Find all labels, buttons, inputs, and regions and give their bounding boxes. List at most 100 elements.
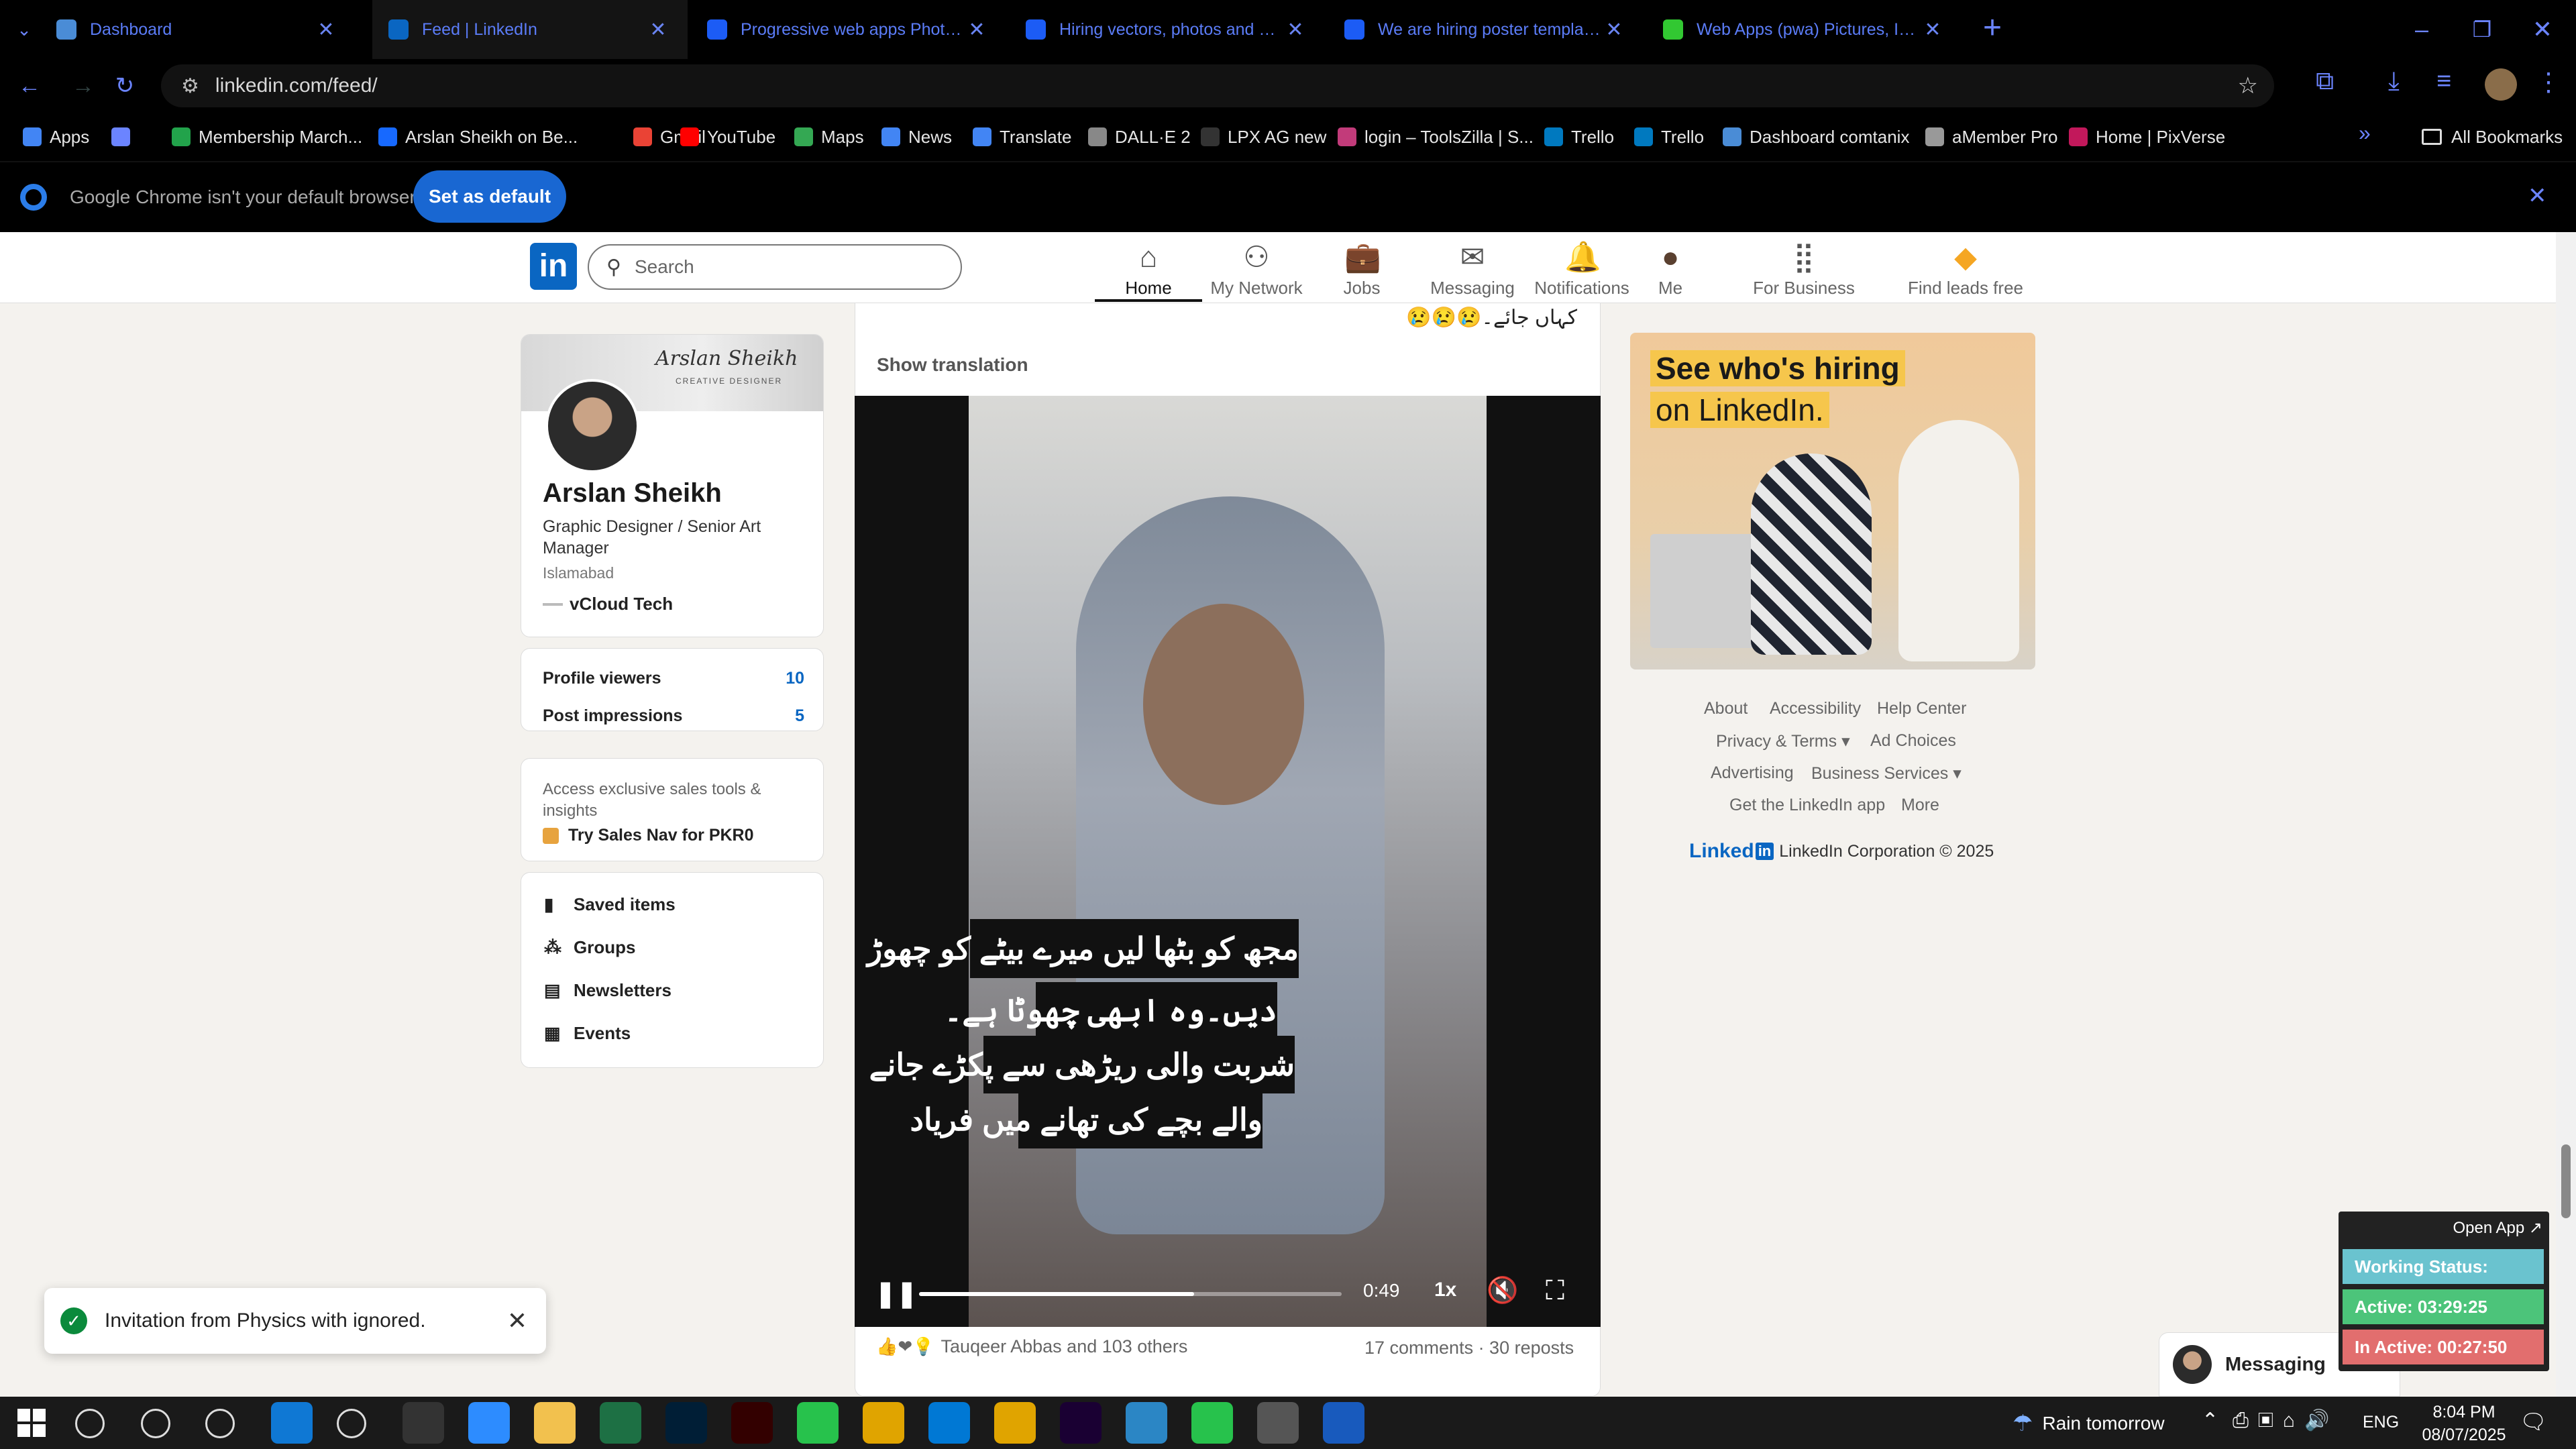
footer-link[interactable]: Privacy & Terms ▾ xyxy=(1716,731,1850,751)
bookmark-item[interactable]: DALL·E 2 xyxy=(1088,113,1191,161)
browser-tab[interactable]: Dashboard ✕ xyxy=(40,0,356,59)
stat-row[interactable]: Profile viewers 10 xyxy=(543,669,804,688)
browser-tab[interactable]: Web Apps (pwa) Pictures, Imag ✕ xyxy=(1647,0,1962,59)
reload-icon[interactable]: ↻ xyxy=(107,68,142,103)
search-icon[interactable] xyxy=(75,1409,105,1438)
nav-item[interactable]: ⌂ Home xyxy=(1095,235,1202,302)
newsletters-link[interactable]: ▤ Newsletters xyxy=(521,980,823,1001)
bookmark-item[interactable]: LPX AG new xyxy=(1201,113,1326,161)
post-comments-count[interactable]: 17 comments · 30 reposts xyxy=(1364,1338,1574,1358)
extensions-icon[interactable]: ⧉ xyxy=(2316,67,2334,96)
all-bookmarks[interactable]: All Bookmarks xyxy=(2422,113,2563,161)
nav-item[interactable]: ⣿ For Business xyxy=(1740,235,1868,302)
mute-icon[interactable]: 🔇 xyxy=(1487,1276,1518,1305)
vscode-icon[interactable] xyxy=(928,1402,970,1444)
nav-item[interactable]: ◆ Find leads free xyxy=(1898,235,2033,302)
fullscreen-icon[interactable]: ⛶ xyxy=(1546,1276,1564,1306)
groups-link[interactable]: ⁂ Groups xyxy=(521,937,823,958)
start-icon[interactable] xyxy=(17,1409,46,1437)
stat-row[interactable]: Post impressions 5 xyxy=(543,706,804,726)
app-icon[interactable] xyxy=(1191,1402,1233,1444)
tab-close-icon[interactable]: ✕ xyxy=(1282,18,1309,42)
post-video[interactable]: مجھ کو بٹھا لیں میرے بیٹے کو چھوڑ دیں۔وہ… xyxy=(855,396,1601,1327)
tab-close-icon[interactable]: ✕ xyxy=(313,18,339,42)
nav-item[interactable]: ✉ Messaging xyxy=(1422,235,1523,302)
footer-link[interactable]: Help Center xyxy=(1877,699,1966,718)
premiere-icon[interactable] xyxy=(1060,1402,1102,1444)
weather-widget[interactable]: ☂ Rain tomorrow xyxy=(2012,1410,2165,1437)
browser-tab[interactable]: Feed | LinkedIn ✕ xyxy=(372,0,688,59)
forward-icon[interactable]: → xyxy=(66,68,101,103)
bookmark-item[interactable]: Arslan Sheikh on Be... xyxy=(378,113,578,161)
bookmark-item[interactable]: Translate xyxy=(973,113,1071,161)
tab-close-icon[interactable]: ✕ xyxy=(645,18,672,42)
nav-item[interactable]: ⚇ My Network xyxy=(1199,235,1313,302)
events-link[interactable]: ▦ Events xyxy=(521,1023,823,1044)
site-info-icon[interactable]: ⚙ xyxy=(181,74,199,98)
excel-icon[interactable] xyxy=(600,1402,641,1444)
bookmark-item[interactable]: Membership March... xyxy=(172,113,362,161)
zoom-icon[interactable] xyxy=(468,1402,510,1444)
post-reactions[interactable]: 👍❤💡 Tauqeer Abbas and 103 others xyxy=(876,1336,1187,1357)
close-window-button[interactable]: ✕ xyxy=(2522,9,2563,50)
chrome-icon[interactable] xyxy=(863,1402,904,1444)
bookmark-item[interactable]: Home | PixVerse xyxy=(2069,113,2225,161)
show-translation-link[interactable]: Show translation xyxy=(877,354,1028,376)
terminal-icon[interactable] xyxy=(402,1402,444,1444)
bookmark-item[interactable]: YouTube xyxy=(680,113,775,161)
app-icon[interactable] xyxy=(1126,1402,1167,1444)
tab-search-button[interactable]: ⌄ xyxy=(9,15,39,44)
bookmark-item[interactable]: Maps xyxy=(794,113,864,161)
nav-item[interactable]: 💼 Jobs xyxy=(1315,235,1409,302)
bookmark-item[interactable]: Apps xyxy=(23,113,89,161)
pause-button[interactable]: ❚❚ xyxy=(875,1279,918,1309)
toast-close-icon[interactable]: ✕ xyxy=(507,1307,527,1335)
profile-photo[interactable] xyxy=(545,379,639,473)
file-explorer-icon[interactable] xyxy=(534,1402,576,1444)
browser-tab[interactable]: We are hiring poster template | ✕ xyxy=(1328,0,1644,59)
footer-link[interactable]: More xyxy=(1901,796,1939,815)
cortana-icon[interactable] xyxy=(141,1409,170,1438)
footer-link[interactable]: About xyxy=(1704,699,1748,718)
minimize-button[interactable]: – xyxy=(2402,9,2442,50)
chrome-icon[interactable] xyxy=(994,1402,1036,1444)
linkedin-logo[interactable]: in xyxy=(530,243,577,290)
media-icon[interactable]: ≡ xyxy=(2436,67,2451,96)
bookmark-item[interactable]: login – ToolsZilla | S... xyxy=(1338,113,1534,161)
hiring-ad[interactable]: See who's hiring on LinkedIn. xyxy=(1630,333,2035,669)
premium-cta[interactable]: Try Sales Nav for PKR0 xyxy=(543,826,754,845)
notification-center-icon[interactable]: 🗨 xyxy=(2520,1409,2547,1434)
footer-link[interactable]: Business Services ▾ xyxy=(1811,763,1962,784)
language-indicator[interactable]: ENG xyxy=(2363,1413,2399,1432)
search-field[interactable]: ⚲ Search xyxy=(588,244,962,290)
pen-icon[interactable] xyxy=(337,1409,366,1438)
photoshop-icon[interactable] xyxy=(665,1402,707,1444)
profile-company[interactable]: vCloud Tech xyxy=(543,594,673,614)
address-bar[interactable]: ⚙ linkedin.com/feed/ ☆ xyxy=(161,64,2274,107)
tray-overflow-icon[interactable]: ⌃ xyxy=(2202,1409,2218,1432)
bookmark-star-icon[interactable]: ☆ xyxy=(2238,72,2258,99)
clock[interactable]: 8:04 PM 08/07/2025 xyxy=(2420,1401,2508,1446)
task-view-icon[interactable] xyxy=(205,1409,235,1438)
saved-items-link[interactable]: ▮ Saved items xyxy=(521,894,823,915)
bookmarks-overflow-icon[interactable]: » xyxy=(2359,121,2371,146)
profile-name[interactable]: Arslan Sheikh xyxy=(543,478,722,508)
set-default-button[interactable]: Set as default xyxy=(413,170,566,223)
footer-link[interactable]: Get the LinkedIn app xyxy=(1729,796,1885,815)
browser-tab[interactable]: Hiring vectors, photos and PSD ✕ xyxy=(1010,0,1325,59)
premium-card[interactable]: Access exclusive sales tools & insights … xyxy=(521,758,824,861)
calculator-icon[interactable] xyxy=(1257,1402,1299,1444)
menu-icon[interactable]: ⋮ xyxy=(2536,67,2561,97)
tab-close-icon[interactable]: ✕ xyxy=(1601,18,1627,42)
scrollbar-thumb[interactable] xyxy=(2561,1144,2571,1218)
browser-tab[interactable]: Progressive web apps Photos | ✕ xyxy=(691,0,1006,59)
edge-icon[interactable] xyxy=(271,1402,313,1444)
new-tab-button[interactable]: + xyxy=(1972,8,2012,48)
app-icon[interactable] xyxy=(797,1402,839,1444)
bookmark-item[interactable]: News xyxy=(881,113,952,161)
page-scrollbar[interactable] xyxy=(2556,232,2576,1397)
tab-close-icon[interactable]: ✕ xyxy=(963,18,990,42)
tab-close-icon[interactable]: ✕ xyxy=(1919,18,1946,42)
bookmark-item[interactable]: Dashboard comtanix xyxy=(1723,113,1909,161)
video-progress-track[interactable] xyxy=(919,1292,1342,1296)
